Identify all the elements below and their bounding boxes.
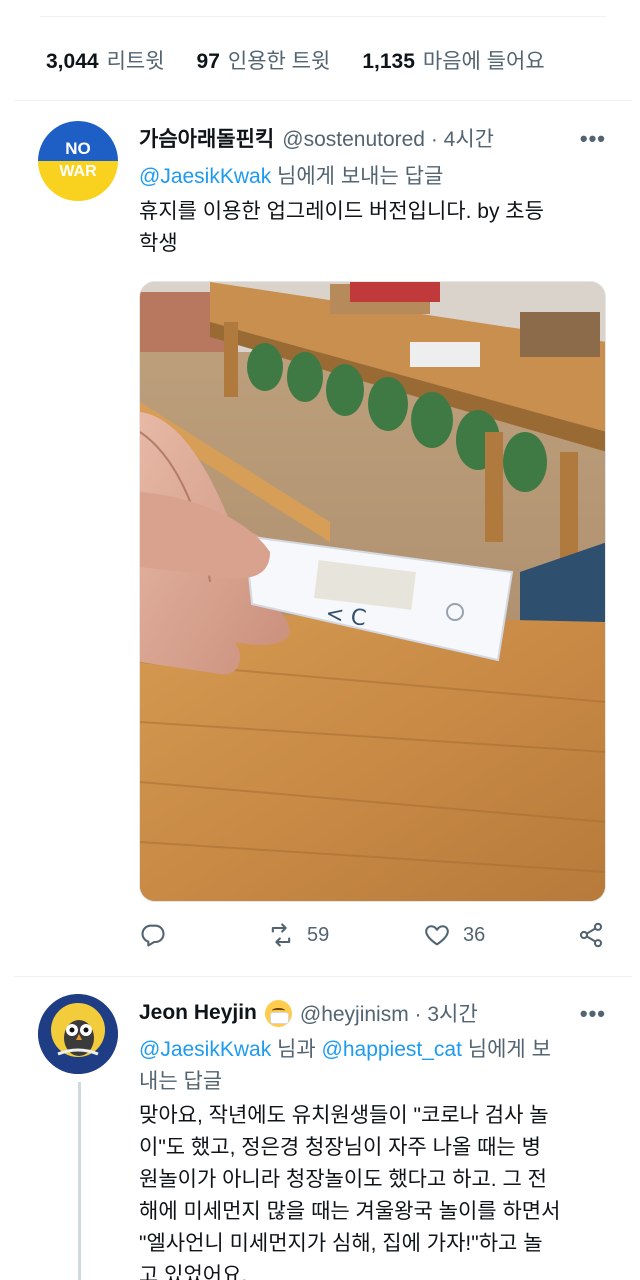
like-count: 36 <box>463 923 486 946</box>
share-button[interactable] <box>577 921 605 949</box>
thread-line <box>78 1082 81 1280</box>
reply-icon <box>141 924 165 947</box>
retweet-icon <box>271 923 291 947</box>
replying-to: @JaesikKwak 님과 @happiest_cat 님에게 보 내는 답글 <box>139 1034 551 1098</box>
tweet-text-line: 휴지를 이용한 업그레이드 버전입니다. by 초등 <box>139 200 544 223</box>
retweet-count: 59 <box>307 923 330 946</box>
tweet-text-line: 맞아요, 작년에도 유치원생들이 "코로나 검사 놀 <box>139 1104 549 1127</box>
reply-button[interactable] <box>139 921 167 949</box>
share-icon <box>579 922 603 948</box>
reply-tweet-2[interactable]: Jeon Heyjin @heyjinism · 3시간 ••• @Jaesik… <box>0 976 640 1280</box>
more-options-icon[interactable]: ••• <box>580 1001 606 1027</box>
avatar[interactable] <box>38 994 118 1074</box>
display-name[interactable]: 가슴아래돌핀킥 <box>139 123 274 153</box>
reply-tweet[interactable]: NO WAR 가슴아래돌핀킥 @sostenutored · 4시간 ••• @… <box>0 0 640 976</box>
tweet-header: Jeon Heyjin @heyjinism · 3시간 <box>139 998 478 1028</box>
tweet-text-line: 원놀이가 아니라 청장놀이도 했다고 하고. 그 전 <box>139 1168 547 1191</box>
heart-icon <box>425 925 449 946</box>
mask-face-emoji-icon <box>264 999 292 1027</box>
like-button[interactable]: 36 <box>423 921 485 949</box>
more-options-icon[interactable]: ••• <box>580 126 606 152</box>
avatar-text-war: WAR <box>59 163 97 180</box>
retweet-button[interactable]: 59 <box>267 921 329 949</box>
handle-and-time[interactable]: @sostenutored · 4시간 <box>282 123 494 153</box>
tweet-text-line: 해에 미세먼지 많을 때는 겨울왕국 놀이를 하면서 <box>139 1200 561 1223</box>
tweet-text-line: 이"도 했고, 정은경 청장님이 자주 나올 때는 병 <box>139 1136 541 1159</box>
photo-hand-holding-paper-strip: < C <box>140 282 605 901</box>
tweet-text: 휴지를 이용한 업그레이드 버전입니다. by 초등 학생 <box>139 196 609 260</box>
replying-to-suffix: 님에게 보내는 답글 <box>271 165 444 188</box>
avatar-text-no: NO <box>65 139 91 158</box>
avatar[interactable]: NO WAR <box>38 121 118 201</box>
tweet-text-line: "엘사언니 미세먼지가 심해, 집에 가자!"하고 놀 <box>139 1232 543 1255</box>
tweet-text-line: 고 있었어요. <box>139 1264 248 1280</box>
replying-to-mid: 님과 <box>271 1038 322 1061</box>
mention-link-2[interactable]: @happiest_cat <box>322 1038 462 1061</box>
handle-and-time[interactable]: @heyjinism · 3시간 <box>300 998 478 1028</box>
tweet-text-line: 학생 <box>139 232 178 255</box>
tweet-actions: 59 36 <box>139 921 609 955</box>
replying-to-suffix: 님에게 보 <box>461 1038 551 1061</box>
replying-to-line-2: 내는 답글 <box>139 1070 223 1093</box>
tweet-header: 가슴아래돌핀킥 @sostenutored · 4시간 <box>139 123 494 153</box>
display-name[interactable]: Jeon Heyjin <box>139 1001 257 1025</box>
tweet-text: 맞아요, 작년에도 유치원생들이 "코로나 검사 놀 이"도 했고, 정은경 청… <box>139 1100 629 1280</box>
owl-avatar-icon <box>38 994 118 1074</box>
tweet-photo[interactable]: < C <box>139 281 606 902</box>
mention-link[interactable]: @JaesikKwak <box>139 165 271 188</box>
mention-link[interactable]: @JaesikKwak <box>139 1038 271 1061</box>
replying-to: @JaesikKwak 님에게 보내는 답글 <box>139 160 443 190</box>
